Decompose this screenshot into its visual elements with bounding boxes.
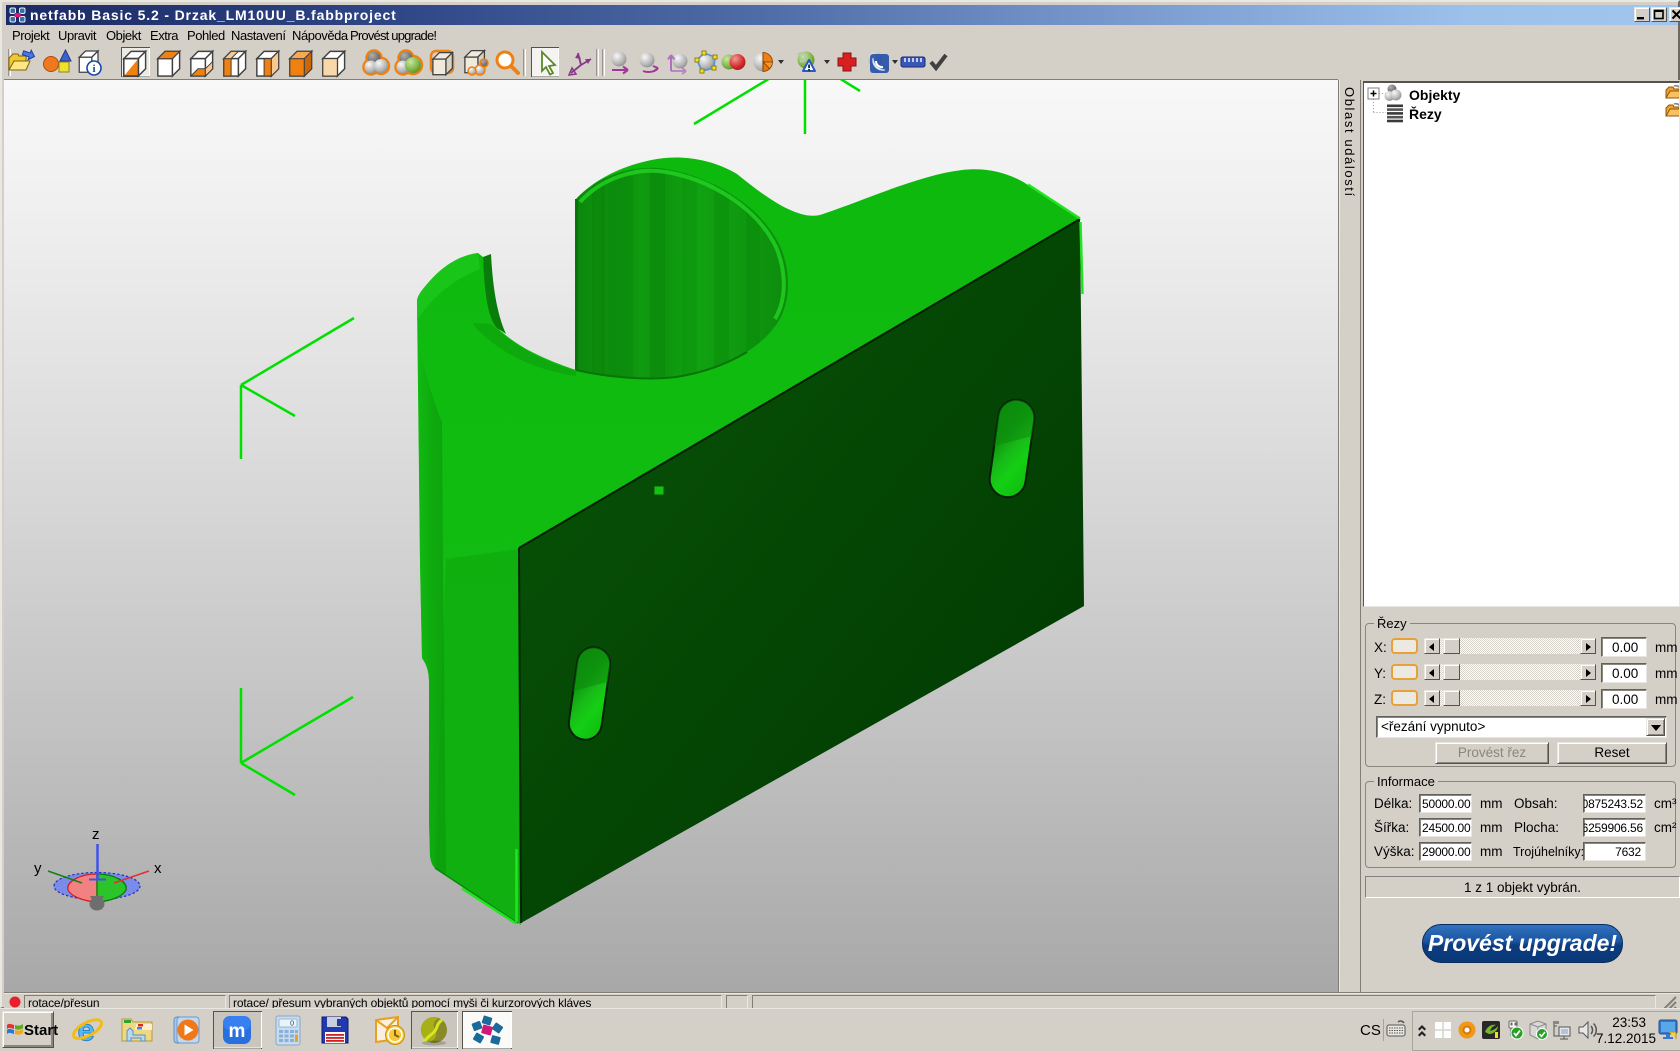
svg-text:z: z [92,826,100,843]
svg-text:23:53: 23:53 [1612,1015,1646,1030]
svg-text:x: x [154,860,162,877]
svg-text:Řezy: Řezy [1409,105,1442,122]
svg-text:CS: CS [1360,1022,1381,1039]
svg-text:y: y [34,860,42,877]
svg-text:e: e [78,1013,95,1048]
svg-text:i: i [92,63,95,75]
svg-text:m: m [229,1021,246,1042]
svg-text:0: 0 [290,1021,294,1028]
svg-text:7.12.2015: 7.12.2015 [1596,1031,1656,1046]
svg-text:Objekty: Objekty [1409,87,1461,103]
